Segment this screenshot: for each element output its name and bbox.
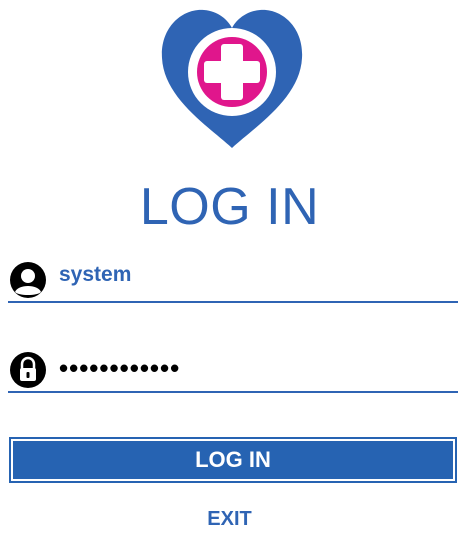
login-button[interactable]: LOG IN <box>9 437 457 483</box>
password-field[interactable]: •••••••••••• <box>8 345 458 393</box>
lock-icon <box>10 352 46 388</box>
password-input[interactable]: •••••••••••• <box>59 353 180 384</box>
username-input[interactable]: system <box>59 263 131 287</box>
page-title: LOG IN <box>139 178 320 236</box>
username-field[interactable]: system <box>8 255 458 303</box>
exit-button[interactable]: EXIT <box>0 508 459 530</box>
user-icon <box>10 262 46 298</box>
heart-medical-cross-icon <box>161 9 303 148</box>
login-screen: LOG IN system •••••••••••• LOG IN EXIT <box>0 0 459 535</box>
